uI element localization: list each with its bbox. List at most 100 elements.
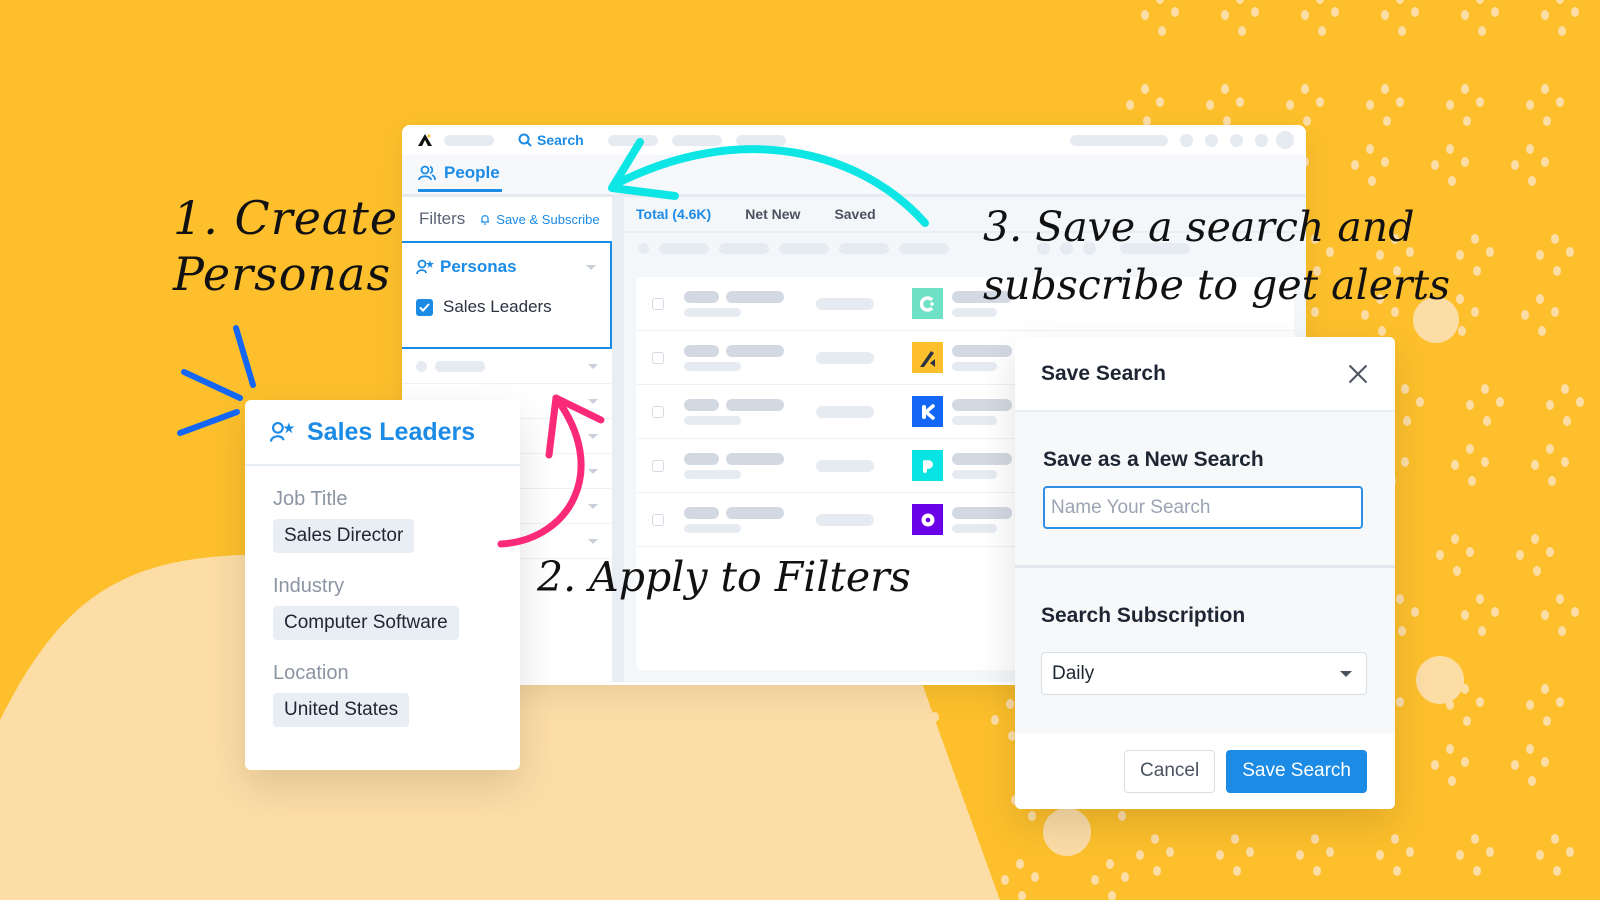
decorative-dot	[1546, 400, 1554, 410]
avatar[interactable]	[1276, 131, 1294, 149]
save-subscribe-link[interactable]: Save & Subscribe	[479, 212, 600, 227]
company-logo-blue[interactable]	[912, 396, 943, 427]
decorative-dot	[1398, 26, 1406, 36]
decorative-dot	[1313, 866, 1321, 876]
person-name-placeholder	[684, 452, 784, 479]
chip-job-title[interactable]: Sales Director	[273, 519, 415, 553]
decorative-dot	[1221, 84, 1229, 94]
decorative-dot	[1318, 26, 1326, 36]
decorative-dot	[1541, 84, 1549, 94]
decorative-dot	[1563, 416, 1571, 426]
decorative-blob-dot	[1416, 656, 1464, 704]
title-placeholder	[816, 297, 874, 310]
decorative-dot	[1538, 326, 1546, 336]
new-search-heading: Save as a New Search	[1043, 448, 1264, 471]
checkbox-checked[interactable]	[416, 298, 433, 316]
close-icon[interactable]	[1347, 363, 1369, 385]
nav-placeholder[interactable]	[607, 134, 658, 146]
cancel-button[interactable]: Cancel	[1124, 749, 1216, 793]
tab-people[interactable]: People	[418, 163, 502, 192]
company-logo-cyan[interactable]	[912, 450, 943, 481]
decorative-dot	[1406, 847, 1414, 857]
decorative-dot	[1383, 116, 1391, 126]
decorative-dot	[1451, 460, 1459, 470]
decorative-dot	[918, 731, 926, 741]
company-name-placeholder	[952, 452, 1012, 479]
field-label-job-title: Job Title	[273, 488, 348, 510]
row-checkbox[interactable]	[652, 297, 664, 310]
decorative-dot	[1468, 476, 1476, 486]
company-logo-yellow[interactable]	[912, 342, 943, 373]
personas-filter-header[interactable]: Personas	[416, 257, 596, 277]
row-checkbox[interactable]	[652, 459, 664, 472]
row-checkbox[interactable]	[652, 351, 664, 364]
decorative-dot	[1141, 10, 1149, 20]
decorative-dot	[1006, 699, 1014, 709]
decorative-dot	[1141, 84, 1149, 94]
decorative-dot	[1401, 457, 1409, 467]
decorative-dot	[1153, 866, 1161, 876]
tab-saved[interactable]: Saved	[834, 206, 875, 222]
decorative-dot	[1366, 144, 1374, 154]
decorative-dot	[1478, 626, 1486, 636]
row-checkbox[interactable]	[652, 513, 664, 526]
nav-icon-placeholder[interactable]	[1230, 133, 1243, 147]
decorative-dot	[1461, 157, 1469, 167]
decorative-dot	[1453, 566, 1461, 576]
decorative-dot	[1456, 250, 1464, 260]
filter-row[interactable]	[402, 349, 612, 384]
decorative-dot	[1546, 547, 1554, 557]
decorative-dot	[1471, 307, 1479, 317]
chevron-down-icon	[588, 433, 598, 439]
decorative-dot	[1436, 550, 1444, 560]
personas-filter: Personas Sales Leaders	[402, 241, 612, 349]
decorative-dot	[928, 891, 936, 900]
company-name-placeholder	[952, 506, 1012, 533]
nav-icon-placeholder[interactable]	[1205, 133, 1218, 147]
subscription-select[interactable]: Daily	[1041, 652, 1367, 695]
company-logo-purple[interactable]	[912, 504, 943, 535]
nav-search-link[interactable]: Search	[518, 132, 584, 148]
nav-placeholder[interactable]	[1070, 134, 1168, 146]
decorative-dot	[1456, 850, 1464, 860]
decorative-dot	[1473, 266, 1481, 276]
nav-icon-placeholder[interactable]	[1255, 133, 1268, 147]
decorative-dot	[1231, 834, 1239, 844]
decorative-dot	[1126, 100, 1134, 110]
decorative-dot	[1166, 847, 1174, 857]
save-search-button[interactable]: Save Search	[1226, 749, 1367, 793]
row-checkbox[interactable]	[652, 405, 664, 418]
bell-icon	[481, 215, 490, 225]
nav-placeholder[interactable]	[671, 134, 722, 146]
decorative-dot	[1571, 607, 1579, 617]
decorative-dot	[1121, 872, 1129, 882]
decorative-dot	[1396, 697, 1404, 707]
decorative-dot	[938, 811, 946, 821]
persona-option[interactable]: Sales Leaders	[416, 297, 596, 317]
persona-star-icon	[269, 421, 295, 442]
people-icon	[418, 165, 436, 181]
save-search-modal: Save Search Save as a New Search Search …	[1015, 337, 1395, 809]
decorative-dot	[901, 715, 909, 725]
nav-icon-placeholder[interactable]	[1180, 133, 1193, 147]
decorative-dot	[1553, 266, 1561, 276]
chip-location[interactable]: United States	[273, 693, 410, 727]
annotation-step-2: 2. Apply to Filters	[537, 553, 911, 601]
decorative-dot	[941, 872, 949, 882]
apollo-logo-icon[interactable]	[414, 129, 436, 151]
chip-industry[interactable]: Computer Software	[273, 606, 459, 640]
decorative-dot	[1171, 7, 1179, 17]
decorative-dot	[1556, 97, 1564, 107]
nav-placeholder[interactable]	[444, 134, 494, 146]
filters-label: Filters	[419, 209, 466, 228]
company-logo-teal[interactable]	[912, 288, 943, 319]
decorative-dot	[1556, 697, 1564, 707]
chevron-down-icon	[1340, 670, 1352, 677]
persona-card-header: Sales Leaders	[245, 400, 520, 466]
decorative-dot	[1236, 0, 1244, 4]
nav-placeholder[interactable]	[735, 134, 786, 146]
tab-total[interactable]: Total (4.6K)	[636, 206, 711, 222]
tab-net-new[interactable]: Net New	[745, 206, 800, 222]
decorative-dot	[1526, 700, 1534, 710]
search-name-input[interactable]	[1043, 486, 1363, 529]
